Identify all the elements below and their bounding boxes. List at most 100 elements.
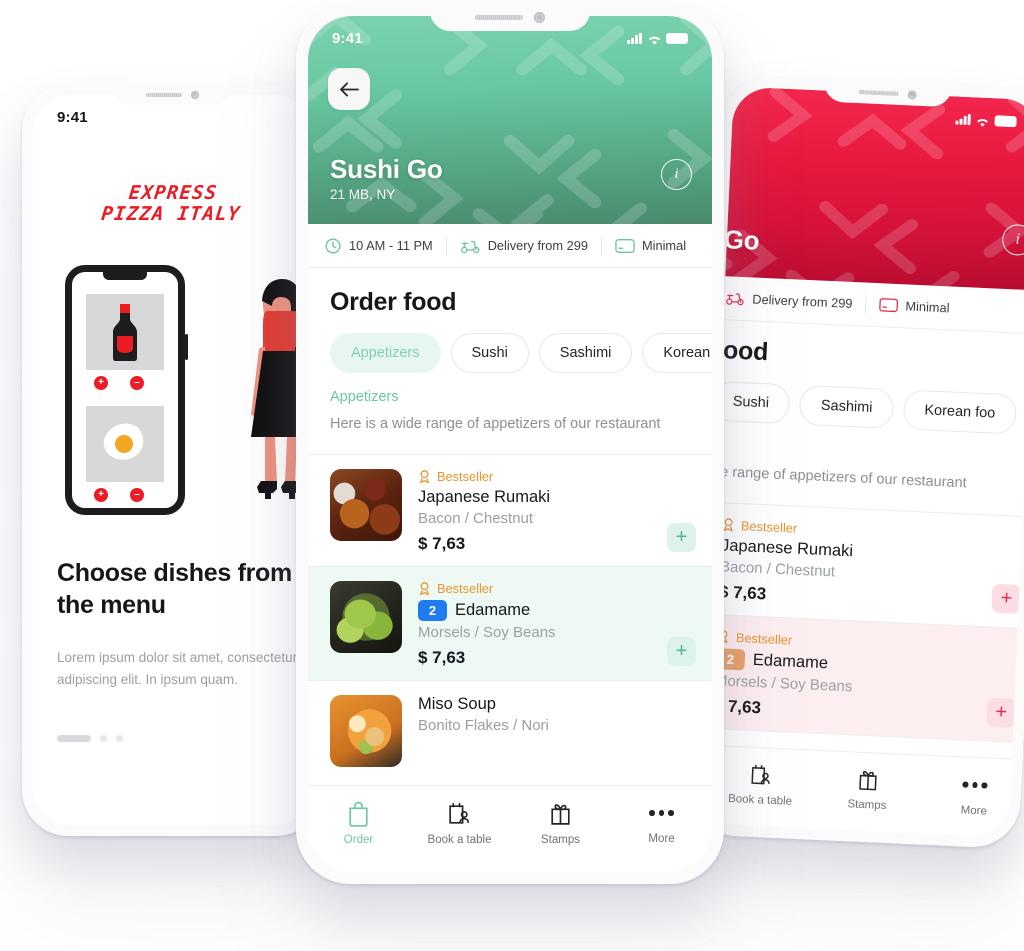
fried-egg-icon xyxy=(103,423,144,460)
earpiece-speaker xyxy=(145,92,182,97)
tab-stamps[interactable]: Stamps xyxy=(510,786,611,872)
meta-delivery-text: Delivery from 299 xyxy=(487,238,588,253)
page-title: Order food xyxy=(330,288,457,316)
right-phone-screen: Sushi Go i 11 PM Delivery from 299 xyxy=(700,86,1024,838)
tab-label: More xyxy=(960,804,988,818)
tab-more[interactable]: More xyxy=(611,786,712,872)
brand-line-2: PIZZA ITALY xyxy=(100,203,242,226)
bestseller-label: Bestseller xyxy=(437,468,494,484)
meta-hours: 10 AM - 11 PM xyxy=(324,237,433,255)
pagination-dots[interactable] xyxy=(57,735,123,742)
menu-item[interactable]: Bestseller 2 Edamame Morsels / Soy Beans… xyxy=(700,608,1024,743)
chip-sashimi[interactable]: Sashimi xyxy=(538,333,633,373)
order-sheet: Order food Appetizers Sushi Sashimi Kore… xyxy=(308,268,712,779)
menu-item-body: Miso Soup Bonito Flakes / Nori xyxy=(418,695,696,767)
gift-icon xyxy=(551,804,570,825)
scooter-icon xyxy=(726,293,744,306)
pagination-dot[interactable] xyxy=(100,735,107,742)
menu-item-name: 2 Edamame xyxy=(418,599,696,621)
right-phone-mockup: Sushi Go i 11 PM Delivery from 299 xyxy=(688,74,1024,850)
chip-korean-food[interactable]: Korean fo xyxy=(642,333,712,373)
illustration-stepper-1: + – xyxy=(94,376,144,390)
bestseller-badge: Bestseller xyxy=(418,469,696,484)
tab-label: Book a table xyxy=(427,834,492,846)
signal-icon xyxy=(955,113,971,125)
center-phone-mockup: Sushi Go 21 MB, NY i 10 AM - 11 PM Deliv… xyxy=(296,4,724,884)
menu-item[interactable]: Bestseller 2 Edamame Morsels / Soy Beans… xyxy=(308,565,712,680)
menu-item-price: $ 7,63 xyxy=(418,647,466,667)
onboarding-description: Lorem ipsum dolor sit amet, consectetur … xyxy=(57,650,298,687)
add-to-cart-button[interactable]: + xyxy=(986,697,1017,728)
menu-item-ingredients: Morsels / Soy Beans xyxy=(418,623,556,641)
meta-payment-text: Minimal xyxy=(641,238,687,253)
back-button[interactable] xyxy=(328,68,370,110)
meta-divider xyxy=(865,294,867,314)
bottle-icon xyxy=(113,304,137,361)
meta-payment: Minimal xyxy=(879,297,950,315)
venue-location: 21 MB, NY xyxy=(330,187,396,202)
meta-divider xyxy=(445,236,447,255)
card-icon xyxy=(615,238,635,253)
menu-item[interactable]: Bestseller Japanese Rumaki Bacon / Chest… xyxy=(700,497,1024,629)
tab-label: Stamps xyxy=(541,834,580,846)
meta-delivery: Delivery from 299 xyxy=(460,237,588,255)
brand-line-1: EXPRESS xyxy=(127,182,219,204)
meta-delivery-text: Delivery from 299 xyxy=(751,291,853,311)
menu-item-price: $ 7,63 xyxy=(713,695,762,718)
pagination-dot[interactable] xyxy=(116,735,123,742)
illustration-phone-icon: + – + – xyxy=(65,265,188,515)
pagination-active[interactable] xyxy=(57,735,91,742)
menu-item-price: $ 7,63 xyxy=(718,581,767,604)
chip-sashimi[interactable]: Sashimi xyxy=(799,384,895,429)
tab-label: Book a table xyxy=(727,792,793,808)
bestseller-label: Bestseller xyxy=(437,580,494,596)
add-to-cart-button[interactable]: + xyxy=(667,636,696,666)
chip-korean-food[interactable]: Korean foo xyxy=(902,389,1018,435)
quantity-badge: 2 xyxy=(418,599,447,621)
meta-payment: Minimal xyxy=(615,238,686,254)
menu-item-price: $ 7,63 xyxy=(418,533,466,553)
add-to-cart-button[interactable]: + xyxy=(667,522,696,552)
section-label: Appetizers xyxy=(330,389,399,405)
tab-more[interactable]: More xyxy=(919,756,1024,838)
minus-icon: – xyxy=(130,488,144,502)
menu-item[interactable]: Miso Soup Bonito Flakes / Nori xyxy=(308,679,712,779)
wifi-icon xyxy=(647,33,661,45)
status-time: 9:41 xyxy=(332,29,363,47)
menu-item-body: Bestseller 2 Edamame Morsels / Soy Beans… xyxy=(713,629,1019,730)
battery-icon xyxy=(666,32,688,44)
menu-item[interactable]: Bestseller Japanese Rumaki Bacon / Chest… xyxy=(308,453,712,566)
status-indicators xyxy=(955,113,1017,127)
chip-appetizers[interactable]: Appetizers xyxy=(330,333,441,373)
meta-delivery: Delivery from 299 xyxy=(725,289,853,312)
menu-item-body: Bestseller 2 Edamame Morsels / Soy Beans… xyxy=(418,581,696,668)
plus-icon: + xyxy=(94,488,108,502)
onboarding-title: Choose dishes from the menu xyxy=(57,559,292,619)
restaurant-meta-row: 10 AM - 11 PM Delivery from 299 Minimal xyxy=(308,224,712,268)
illustration-egg-card xyxy=(86,406,164,482)
scene: 9:41 EXPRESS PIZZA ITALY + – + – Choose … xyxy=(0,0,1024,951)
add-to-cart-button[interactable]: + xyxy=(991,583,1022,614)
left-phone-notch xyxy=(113,84,231,105)
front-camera xyxy=(534,12,545,23)
calendar-person-icon xyxy=(751,764,770,785)
tab-label: Stamps xyxy=(847,798,887,813)
tab-order[interactable]: Order xyxy=(308,786,409,872)
minus-icon: – xyxy=(130,376,144,390)
menu-item-photo xyxy=(330,580,402,653)
menu-item-ingredients: Bonito Flakes / Nori xyxy=(418,716,549,734)
medal-icon xyxy=(420,581,429,595)
meta-hours-text: 10 AM - 11 PM xyxy=(349,238,433,253)
info-icon[interactable]: i xyxy=(661,159,692,190)
tab-stamps[interactable]: Stamps xyxy=(812,751,922,834)
venue-info: Sushi Go 21 MB, NY xyxy=(330,153,443,202)
meta-payment-text: Minimal xyxy=(905,298,950,316)
tab-book-a-table[interactable]: Book a table xyxy=(409,786,510,872)
arrow-left-icon xyxy=(339,81,359,97)
meta-divider xyxy=(600,236,602,255)
chip-sushi[interactable]: Sushi xyxy=(450,333,529,373)
menu-item-name: Miso Soup xyxy=(418,694,496,713)
onboarding-screen: EXPRESS PIZZA ITALY + – + – Choose dishe… xyxy=(33,95,311,825)
menu-item-body: Bestseller Japanese Rumaki Bacon / Chest… xyxy=(418,469,696,554)
venue-name: Sushi Go xyxy=(330,153,443,184)
